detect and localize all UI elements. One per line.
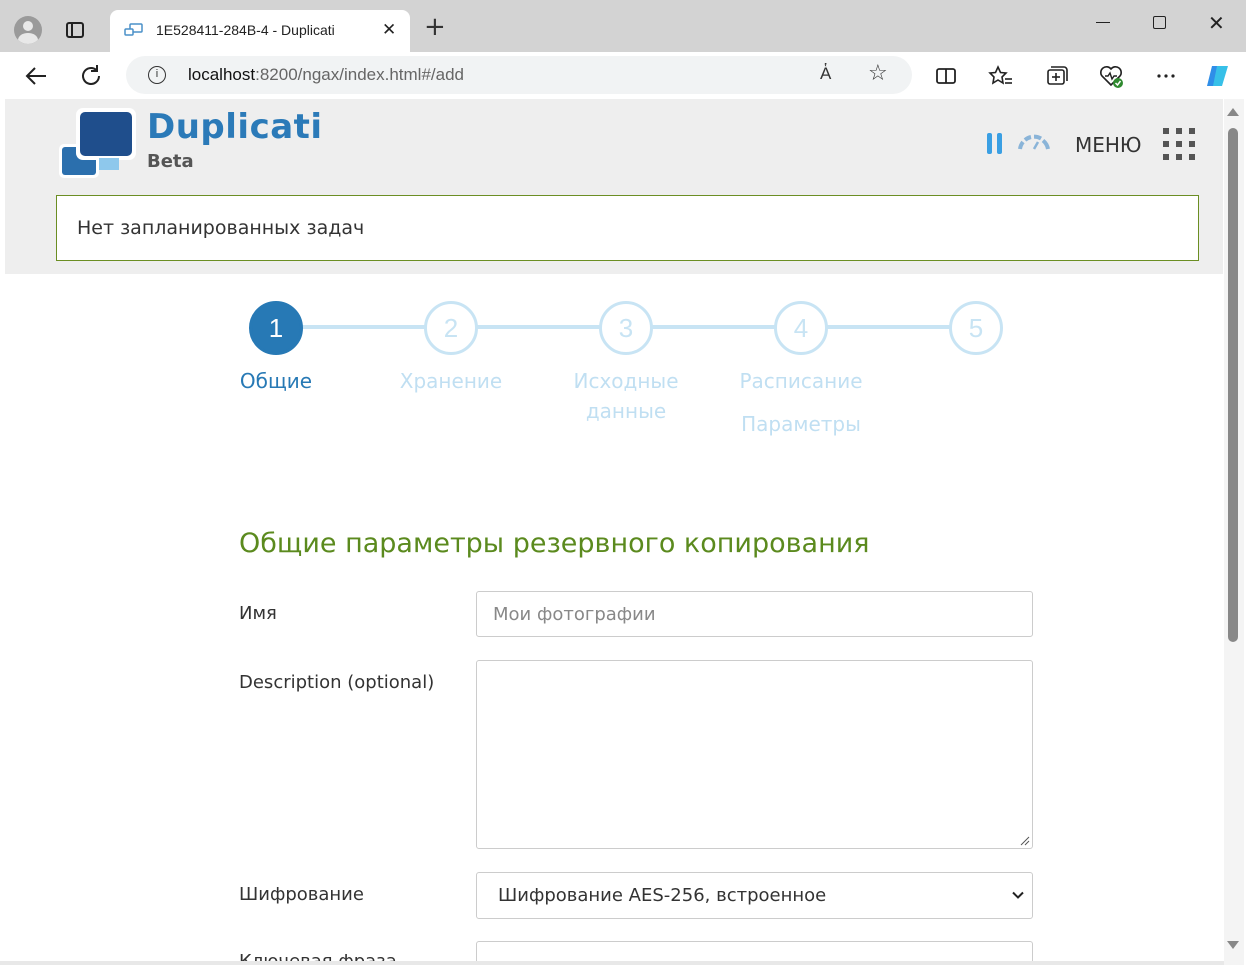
name-label: Имя [239,603,277,624]
description-textarea[interactable] [476,660,1033,849]
wizard-step-4-label[interactable]: Расписание [721,366,881,396]
wizard-step-5-label[interactable]: Параметры [721,409,881,439]
copilot-icon[interactable] [1204,62,1232,90]
minimize-window-icon[interactable] [1096,22,1110,23]
window-bottom-edge [0,961,1224,965]
back-arrow-icon[interactable] [22,62,50,90]
collections-icon[interactable] [1042,62,1070,90]
scroll-down-arrow-icon[interactable] [1227,941,1239,949]
description-label: Description (optional) [239,672,435,693]
app-brand-title[interactable]: Duplicati [147,107,323,147]
encryption-label: Шифрование [239,884,364,905]
duplicati-logo-icon[interactable] [56,108,136,180]
scrollbar-thumb[interactable] [1228,128,1238,642]
status-notice-text: Нет запланированных задач [77,217,365,239]
more-options-icon[interactable] [1152,62,1180,90]
tab-title: 1E528411-284B-4 - Duplicati [156,22,335,38]
backup-name-input[interactable] [476,591,1033,637]
chevron-down-icon [1012,891,1024,899]
refresh-icon[interactable] [77,62,105,90]
status-notice: Нет запланированных задач [56,195,1199,261]
favorites-list-icon[interactable] [987,62,1015,90]
section-title: Общие параметры резервного копирования [239,528,870,559]
app-brand-subtitle: Beta [147,151,194,172]
maximize-window-icon[interactable] [1153,16,1166,29]
pause-icon[interactable] [987,133,1005,155]
wizard-step-5[interactable]: 5 [949,301,1003,355]
site-info-icon[interactable]: i [148,66,166,84]
profile-avatar-icon[interactable] [14,16,42,44]
browser-toolbar: i localhost:8200/ngax/index.html#/add A҅… [0,52,1246,99]
read-aloud-icon[interactable]: A҅ [820,64,831,84]
wizard-step-3-label[interactable]: Исходные данные [546,366,706,426]
address-url[interactable]: localhost:8200/ngax/index.html#/add [188,65,464,85]
split-screen-icon[interactable] [932,62,960,90]
wizard-step-3[interactable]: 3 [599,301,653,355]
duplicati-favicon-icon [124,23,143,36]
encryption-select[interactable]: Шифрование AES-256, встроенное [476,872,1033,919]
encryption-select-value: Шифрование AES-256, встроенное [498,885,827,906]
browser-tab-bar: 1E528411-284B-4 - Duplicati ✕ + ✕ [0,0,1246,52]
favorite-star-icon[interactable]: ☆ [868,61,888,86]
new-tab-button[interactable]: + [424,14,446,40]
wizard-step-1-label[interactable]: Общие [196,366,356,396]
browser-essentials-icon[interactable] [1097,62,1125,90]
wizard-step-1[interactable]: 1 [249,301,303,355]
close-window-icon[interactable]: ✕ [1208,11,1225,35]
address-bar[interactable]: i localhost:8200/ngax/index.html#/add A҅… [126,56,912,94]
throttle-speed-icon[interactable] [1016,133,1052,153]
tab-close-icon[interactable]: ✕ [382,20,396,40]
wizard-step-2-label[interactable]: Хранение [371,366,531,396]
menu-button[interactable]: МЕНЮ [1075,133,1142,157]
browser-tab-duplicati[interactable]: 1E528411-284B-4 - Duplicati ✕ [110,10,410,52]
wizard-step-2[interactable]: 2 [424,301,478,355]
textarea-resize-handle-icon[interactable] [1019,835,1030,846]
apps-grid-icon[interactable] [1163,128,1195,160]
tab-actions-icon[interactable] [66,22,84,38]
wizard-step-4[interactable]: 4 [774,301,828,355]
scroll-up-arrow-icon[interactable] [1227,108,1239,116]
